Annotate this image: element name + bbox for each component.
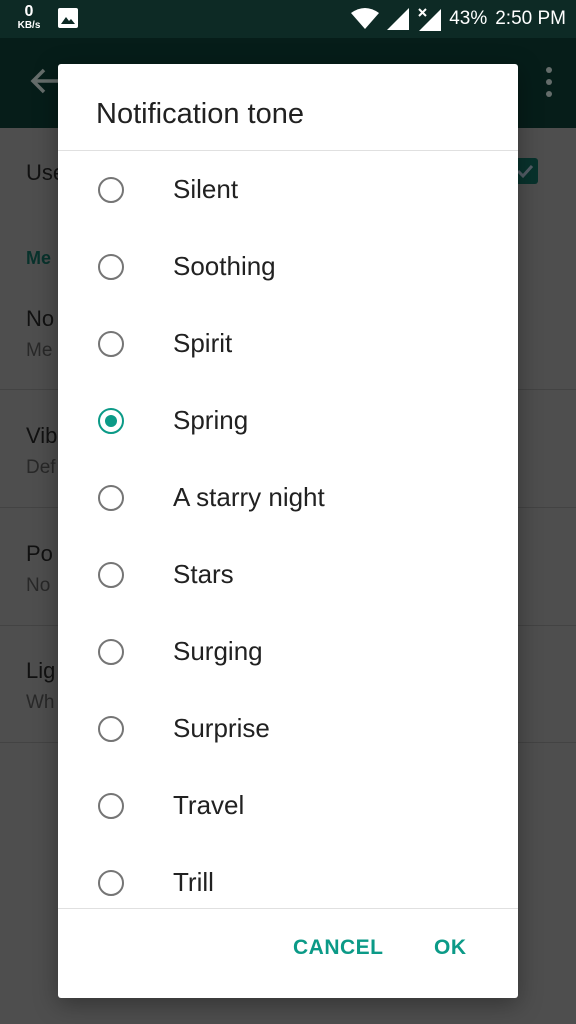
tone-option[interactable]: Spring [58,382,518,459]
dialog-title: Notification tone [96,98,304,130]
tone-option-label: Spring [173,405,249,435]
tone-option[interactable]: Soothing [58,228,518,305]
radio-button[interactable] [98,792,124,819]
radio-button[interactable] [98,638,124,665]
ok-button[interactable]: OK [434,936,467,960]
tone-option[interactable]: Surging [58,613,518,690]
notification-tone-dialog: Notification tone Silent Soothing Spirit… [58,64,518,998]
tone-option[interactable]: Silent [58,151,518,228]
tone-option-label: Stars [173,559,234,589]
radio-button[interactable] [98,484,124,511]
network-speed: 0 KB/s [14,4,44,31]
battery-level: 43% [449,8,488,29]
tone-option-label: Trill [173,867,214,897]
tone-option[interactable]: Stars [58,536,518,613]
signal-icon [387,8,410,30]
radio-button[interactable] [98,176,124,203]
image-icon [58,8,78,28]
tone-option-label: Spirit [173,328,233,358]
radio-button[interactable] [98,715,124,742]
tone-option-label: Surging [173,636,263,666]
tone-option[interactable]: Spirit [58,305,518,382]
cancel-button[interactable]: CANCEL [293,936,384,960]
network-speed-value: 0 [24,3,34,20]
tone-option-label: Silent [173,174,239,204]
clock: 2:50 PM [495,8,566,29]
signal-no-data-icon [418,8,442,31]
radio-button[interactable] [98,330,124,357]
radio-button[interactable] [98,253,124,280]
status-bar: 0 KB/s 43% 2:50 PM [0,0,576,38]
tone-option[interactable]: Travel [58,767,518,844]
tone-option-label: Soothing [173,251,276,281]
network-speed-unit: KB/s [17,20,41,31]
tone-option-label: Travel [173,790,245,820]
radio-button-selected[interactable] [98,407,124,434]
tone-option[interactable]: Trill [58,844,518,921]
wifi-icon [351,8,380,29]
tone-option-label: A starry night [173,482,325,512]
radio-button[interactable] [98,561,124,588]
tone-option[interactable]: Surprise [58,690,518,767]
divider [58,908,518,909]
tone-option[interactable]: A starry night [58,459,518,536]
tone-option-label: Surprise [173,713,270,743]
tone-list[interactable]: Silent Soothing Spirit Spring A starry n… [58,151,518,921]
radio-button[interactable] [98,869,124,896]
